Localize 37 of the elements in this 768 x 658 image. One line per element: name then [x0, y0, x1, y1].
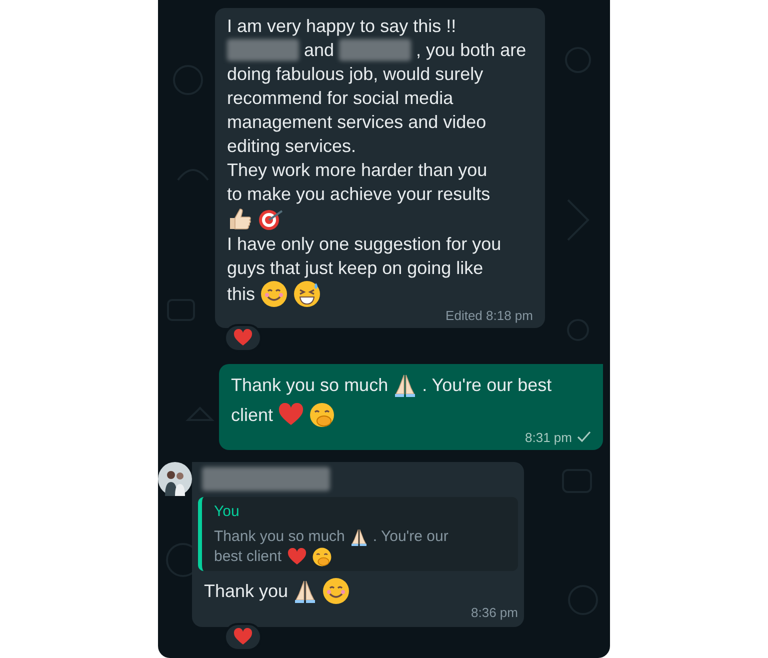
- avatar[interactable]: [158, 462, 192, 496]
- message-text: recommend for social media: [227, 87, 454, 110]
- quote-author: You: [214, 502, 240, 522]
- message-text: to make you achieve your results: [227, 183, 490, 206]
- message-text: doing fabulous job, would surely: [227, 63, 484, 86]
- message-time: Edited 8:18 pm: [446, 307, 533, 325]
- message-text: and: [304, 39, 334, 62]
- message-text: client: [231, 404, 274, 426]
- message-text: Thank you so much: [214, 526, 345, 546]
- heart-icon: [233, 328, 253, 346]
- folded-hands-icon: [350, 526, 368, 546]
- message-text: guys that just keep on going like: [227, 257, 484, 280]
- message-text: Thank you so much: [231, 374, 388, 397]
- message-text: , you both are: [416, 39, 526, 62]
- message-text: this: [227, 283, 256, 306]
- message-text: best client: [214, 546, 282, 566]
- message-text: editing services.: [227, 135, 356, 158]
- message-text: . You're our: [372, 526, 448, 546]
- hand-over-mouth-face-icon: [312, 546, 332, 566]
- message-text: management services and video: [227, 111, 486, 134]
- message-text: Thank you: [204, 580, 288, 602]
- smiling-face-icon: [260, 280, 288, 308]
- quoted-message[interactable]: You Thank you so much . You're our best client: [198, 497, 518, 570]
- thumbs-up-icon: [227, 206, 253, 232]
- message-text: . You're our best: [422, 374, 552, 396]
- heart-icon: [286, 548, 307, 566]
- message-text: I am very happy to say this !!: [227, 15, 456, 38]
- message-text: I have only one suggestion for you: [227, 233, 502, 256]
- blurred-name: [227, 39, 299, 61]
- message-text: They work more harder than you: [227, 159, 488, 182]
- grinning-sweat-icon: [293, 280, 322, 308]
- message-time: 8:36 pm: [471, 604, 518, 622]
- heart-icon: [233, 628, 253, 646]
- smiling-face-icon: [322, 576, 350, 604]
- hand-over-mouth-face-icon: [309, 402, 336, 428]
- heart-icon: [278, 402, 304, 426]
- message-time: 8:31 pm: [525, 428, 572, 447]
